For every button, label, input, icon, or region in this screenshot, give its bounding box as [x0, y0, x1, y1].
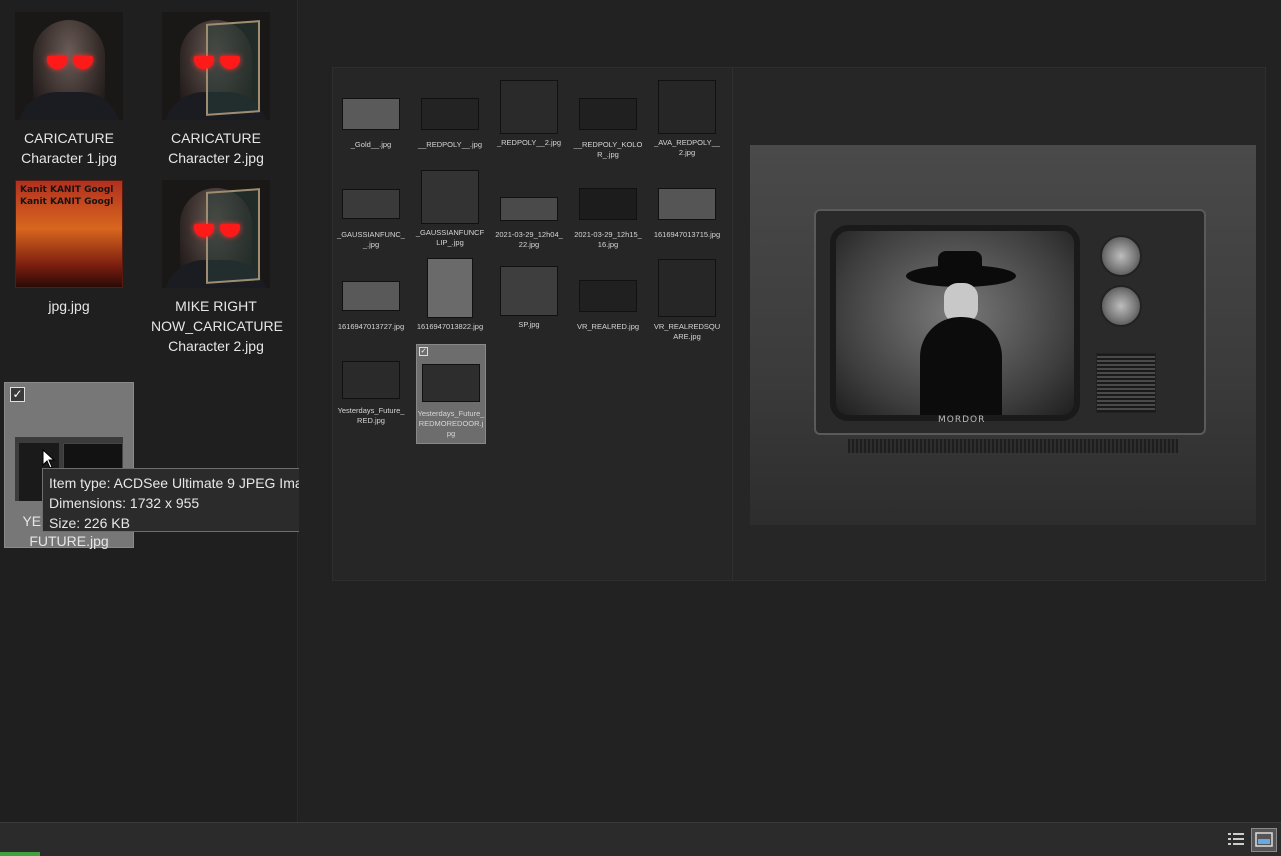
- file-tile[interactable]: MIKE RIGHT NOW_CARICATURE Character 2.jp…: [151, 180, 283, 356]
- tooltip-item-type: Item type: ACDSee Ultimate 9 JPEG Image: [49, 475, 319, 491]
- file-thumbnail: Kanit KANIT Googl Kanit KANIT Googl: [15, 180, 123, 288]
- file-info-tooltip: Item type: ACDSee Ultimate 9 JPEG Image …: [42, 468, 333, 532]
- image-thumbnail[interactable]: 1616947013727.jpg: [336, 272, 406, 332]
- file-thumbnail: [162, 180, 270, 288]
- image-thumbnail[interactable]: _GAUSSIANFUNC__.jpg: [336, 180, 406, 250]
- selection-checkbox[interactable]: ✓: [10, 387, 25, 402]
- file-name: MIKE RIGHT NOW_CARICATURE Character 2.jp…: [151, 298, 283, 354]
- image-thumbnail[interactable]: _AVA_REDPOLY__2.jpg: [652, 78, 722, 158]
- details-view-button[interactable]: [1224, 828, 1250, 852]
- file-tile[interactable]: CARICATURE Character 2.jpg: [151, 12, 281, 168]
- image-thumbnail[interactable]: VR_REALRED.jpg: [573, 272, 643, 332]
- mouse-cursor-icon: [42, 449, 56, 469]
- file-list-pane[interactable]: CARICATURE Character 1.jpg CARICATURE Ch…: [0, 0, 298, 822]
- image-thumbnail[interactable]: __REDPOLY__.jpg: [415, 90, 485, 150]
- image-thumbnail[interactable]: VR_REALREDSQUARE.jpg: [652, 256, 722, 342]
- tv-brand-label: MORDOR: [938, 415, 986, 425]
- file-name: CARICATURE Character 1.jpg: [21, 130, 117, 166]
- file-tile[interactable]: CARICATURE Character 1.jpg: [4, 12, 134, 168]
- file-explorer-window: CARICATURE Character 1.jpg CARICATURE Ch…: [0, 0, 1281, 856]
- tooltip-dimensions: Dimensions: 1732 x 955: [49, 495, 200, 511]
- image-thumbnail-selected[interactable]: ✓ Yesterdays_Future_REDMOREDOOR.jpg: [416, 344, 486, 444]
- details-view-icon: [1228, 833, 1244, 845]
- image-thumbnail[interactable]: 2021-03-29_12h15_16.jpg: [573, 180, 643, 250]
- file-thumbnail: [162, 12, 270, 120]
- image-thumbnail[interactable]: 1616947013822.jpg: [415, 256, 485, 332]
- image-thumbnail[interactable]: 2021-03-29_12h04_22.jpg: [494, 190, 564, 250]
- selection-checkbox[interactable]: ✓: [419, 347, 428, 356]
- image-thumbnail[interactable]: _GAUSSIANFUNCFLIP_.jpg: [415, 168, 485, 248]
- image-thumbnail[interactable]: SP.jpg: [494, 264, 564, 330]
- status-bar: [0, 822, 1281, 856]
- file-tile[interactable]: Kanit KANIT Googl Kanit KANIT Googl jpg.…: [4, 180, 134, 316]
- document-divider: [732, 67, 733, 581]
- image-thumbnail[interactable]: _REDPOLY__2.jpg: [494, 78, 564, 148]
- file-name: jpg.jpg: [48, 298, 90, 314]
- image-thumbnail[interactable]: 1616947013715.jpg: [652, 180, 722, 240]
- tv-image: [814, 209, 1206, 435]
- taskbar-accent: [0, 852, 40, 856]
- tooltip-size: Size: 226 KB: [49, 515, 130, 531]
- file-thumbnail: [15, 12, 123, 120]
- image-thumbnail[interactable]: _Gold__.jpg: [336, 90, 406, 150]
- large-icons-view-button[interactable]: [1251, 828, 1277, 852]
- image-preview: MORDOR: [750, 145, 1256, 525]
- image-thumbnail[interactable]: Yesterdays_Future_RED.jpg: [336, 356, 406, 426]
- large-icons-view-icon: [1255, 832, 1273, 847]
- file-name: CARICATURE Character 2.jpg: [168, 130, 264, 166]
- image-thumbnail[interactable]: __REDPOLY_KOLOR_.jpg: [573, 90, 643, 160]
